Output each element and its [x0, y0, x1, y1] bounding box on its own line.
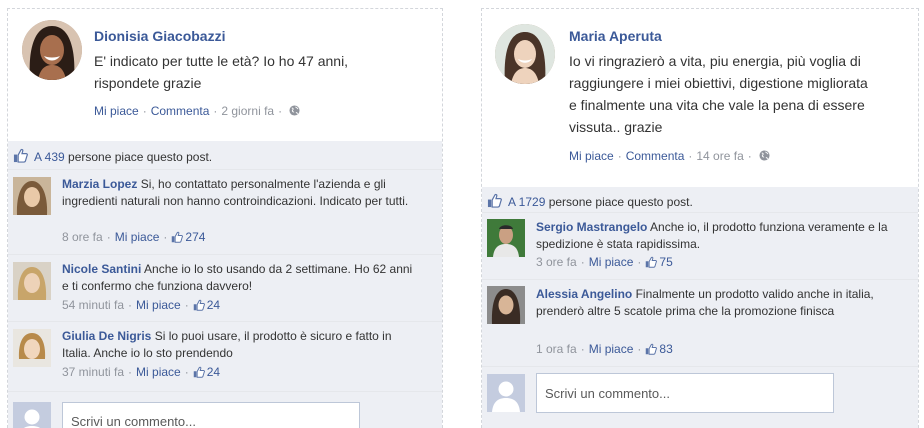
timestamp[interactable]: 14 ore fa: [696, 149, 743, 163]
comment-like-count[interactable]: 83: [659, 342, 672, 356]
post-actions: Mi piace · Commenta · 2 giorni fa ·: [94, 104, 300, 118]
comment-like-link[interactable]: Mi piace: [589, 342, 634, 356]
reply-box: [482, 366, 918, 426]
commenter-avatar[interactable]: [13, 329, 51, 367]
thumbs-up-icon: [193, 299, 205, 311]
comment-meta: 1 ora fa · Mi piace · 83: [536, 342, 673, 356]
thumbs-up-icon: [645, 343, 657, 355]
comment-link[interactable]: Commenta: [151, 104, 210, 118]
comment-body: Giulia De Nigris Si lo puoi usare, il pr…: [62, 328, 417, 362]
separator: ·: [617, 149, 622, 163]
separator: ·: [128, 298, 133, 312]
separator: ·: [213, 104, 218, 118]
separator: ·: [688, 149, 693, 163]
post-text: Io vi ringrazierò a vita, piu energia, p…: [569, 53, 868, 135]
separator: ·: [580, 342, 585, 356]
comment-time[interactable]: 3 ore fa: [536, 255, 577, 269]
commenter-avatar[interactable]: [13, 262, 51, 300]
separator: ·: [580, 255, 585, 269]
commenter-avatar[interactable]: [487, 286, 525, 324]
separator: ·: [278, 104, 283, 118]
separator: ·: [163, 230, 168, 244]
comment-like-link[interactable]: Mi piace: [136, 365, 181, 379]
separator: ·: [637, 255, 642, 269]
commenter-name[interactable]: Giulia De Nigris: [62, 329, 151, 343]
comment-item: Sergio Mastrangelo Anche io, il prodotto…: [482, 212, 918, 279]
default-avatar-icon: [13, 402, 51, 428]
comment-body: Nicole Santini Anche io lo sto usando da…: [62, 261, 417, 295]
thumbs-up-icon: [171, 231, 183, 243]
commenter-name[interactable]: Sergio Mastrangelo: [536, 220, 647, 234]
author-avatar[interactable]: [22, 20, 82, 80]
comment-item: Marzia Lopez Si, ho contattato personalm…: [8, 169, 442, 254]
thumbs-up-icon: [487, 193, 502, 208]
comment-input[interactable]: [536, 373, 834, 413]
comment-meta: 3 ore fa · Mi piace · 75: [536, 255, 673, 269]
post-actions: Mi piace · Commenta · 14 ore fa ·: [569, 149, 770, 163]
comment-input[interactable]: [62, 402, 360, 428]
comment-like-count[interactable]: 24: [207, 365, 220, 379]
likes-summary: A 439 persone piace questo post.: [13, 148, 212, 164]
separator: ·: [637, 342, 642, 356]
comment-like-count[interactable]: 274: [185, 230, 205, 244]
comments-panel: A 1729 persone piace questo post. Sergio…: [482, 187, 918, 428]
comment-link[interactable]: Commenta: [626, 149, 685, 163]
comment-like-count[interactable]: 24: [207, 298, 220, 312]
post-card: Dionisia Giacobazzi E' indicato per tutt…: [7, 8, 443, 428]
post-card: Maria Aperuta Io vi ringrazierò a vita, …: [481, 8, 919, 428]
default-avatar-icon: [487, 374, 525, 412]
comment-like-link[interactable]: Mi piace: [136, 298, 181, 312]
comment-item: Giulia De Nigris Si lo puoi usare, il pr…: [8, 321, 442, 389]
thumbs-up-icon: [193, 366, 205, 378]
separator: ·: [747, 149, 752, 163]
likes-text: persone piace questo post.: [545, 195, 693, 209]
comment-like-count[interactable]: 75: [659, 255, 672, 269]
commenter-name[interactable]: Marzia Lopez: [62, 177, 137, 191]
commenter-name[interactable]: Alessia Angelino: [536, 287, 632, 301]
comment-time[interactable]: 54 minuti fa: [62, 298, 124, 312]
separator: ·: [106, 230, 111, 244]
comment-time[interactable]: 1 ora fa: [536, 342, 577, 356]
separator: ·: [184, 365, 189, 379]
likes-text: persone piace questo post.: [64, 150, 213, 164]
comment-meta: 37 minuti fa · Mi piace · 24: [62, 365, 220, 379]
comment-meta: 8 ore fa · Mi piace · 274: [62, 230, 205, 244]
comment-item: Alessia Angelino Finalmente un prodotto …: [482, 279, 918, 364]
author-name[interactable]: Dionisia Giacobazzi: [94, 28, 225, 44]
timestamp[interactable]: 2 giorni fa: [221, 104, 274, 118]
comment-like-link[interactable]: Mi piace: [115, 230, 160, 244]
like-link[interactable]: Mi piace: [94, 104, 139, 118]
like-link[interactable]: Mi piace: [569, 149, 614, 163]
comment-time[interactable]: 37 minuti fa: [62, 365, 124, 379]
comment-body: Alessia Angelino Finalmente un prodotto …: [536, 286, 891, 320]
comment-item: Nicole Santini Anche io lo sto usando da…: [8, 254, 442, 319]
author-name[interactable]: Maria Aperuta: [569, 28, 662, 44]
thumbs-up-icon: [13, 148, 28, 163]
post-text: E' indicato per tutte le età? Io ho 47 a…: [94, 53, 349, 91]
commenter-avatar[interactable]: [13, 177, 51, 215]
author-avatar[interactable]: [495, 24, 555, 84]
comment-time[interactable]: 8 ore fa: [62, 230, 103, 244]
comments-panel: A 439 persone piace questo post. Marzia …: [8, 141, 442, 428]
comment-body: Sergio Mastrangelo Anche io, il prodotto…: [536, 219, 891, 253]
separator: ·: [184, 298, 189, 312]
separator: ·: [142, 104, 147, 118]
likes-count-link[interactable]: A 439: [34, 150, 65, 164]
globe-icon: [289, 105, 300, 116]
commenter-name[interactable]: Nicole Santini: [62, 262, 141, 276]
likes-summary: A 1729 persone piace questo post.: [487, 193, 693, 209]
thumbs-up-icon: [645, 256, 657, 268]
comment-body: Marzia Lopez Si, ho contattato personalm…: [62, 176, 417, 210]
reply-box: [8, 391, 442, 428]
likes-count-link[interactable]: A 1729: [508, 195, 545, 209]
separator: ·: [128, 365, 133, 379]
globe-icon: [759, 150, 770, 161]
comment-like-link[interactable]: Mi piace: [589, 255, 634, 269]
commenter-avatar[interactable]: [487, 219, 525, 257]
comment-meta: 54 minuti fa · Mi piace · 24: [62, 298, 220, 312]
